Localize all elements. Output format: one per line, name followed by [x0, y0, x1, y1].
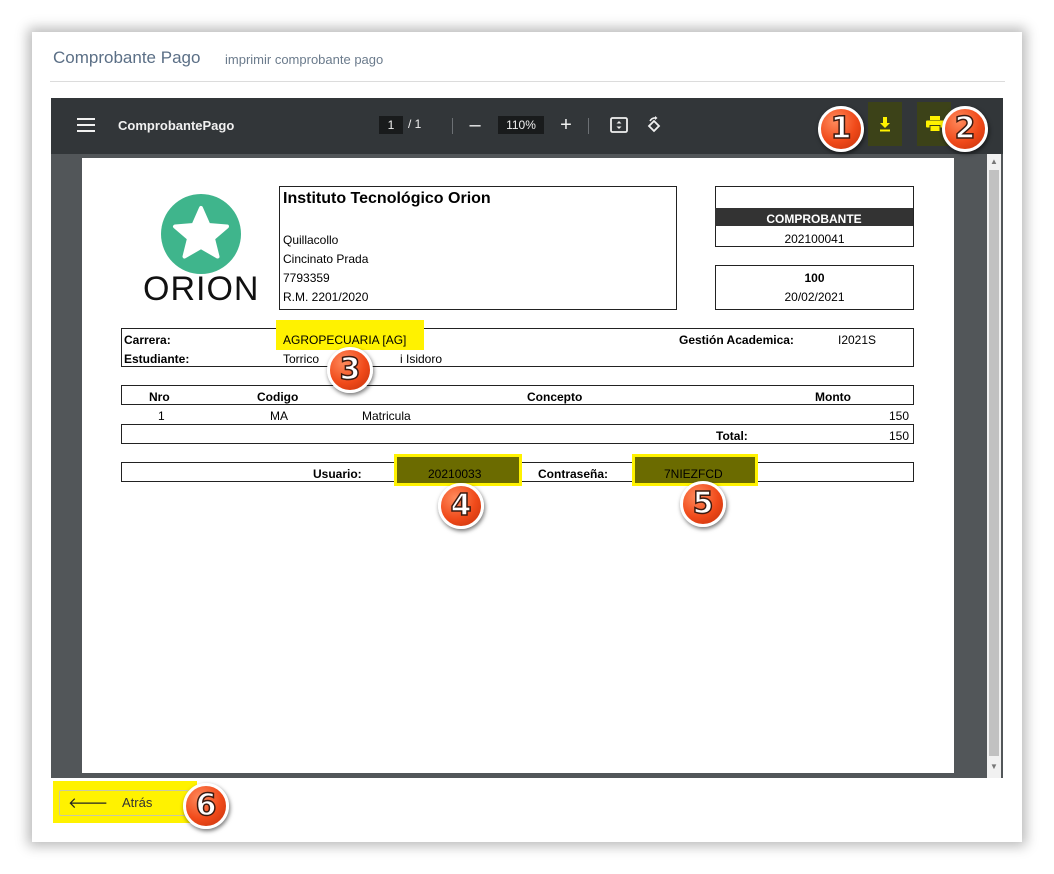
estudiante-label: Estudiante: — [124, 352, 190, 366]
page-subtitle: imprimir comprobante pago — [225, 52, 384, 67]
vertical-scrollbar[interactable]: ▲ ▼ — [987, 154, 1001, 778]
zoom-level-input[interactable]: 110% — [498, 116, 544, 134]
download-button[interactable] — [868, 102, 902, 146]
callout-badge-6: 6 — [183, 783, 229, 829]
table-total-row — [121, 424, 914, 444]
menu-icon[interactable] — [77, 118, 95, 132]
col-header-nro: Nro — [149, 390, 170, 404]
table-header-row — [121, 385, 914, 405]
orion-logo — [161, 194, 241, 274]
institute-city: Quillacollo — [283, 233, 339, 247]
password-label: Contraseña: — [538, 467, 609, 481]
back-button[interactable]: 🡐 Atrás — [59, 790, 189, 816]
callout-badge-2: 2 — [942, 106, 988, 152]
scroll-up-arrow[interactable]: ▲ — [990, 157, 998, 166]
callout-badge-5: 5 — [680, 481, 726, 527]
receipt-date: 20/02/2021 — [784, 290, 845, 304]
row-concepto: Matricula — [362, 409, 411, 423]
password-value: 7NIEZFCD — [664, 467, 723, 481]
back-button-label: Atrás — [122, 795, 153, 810]
row-codigo: MA — [270, 409, 288, 423]
header-divider — [50, 81, 1005, 82]
institute-street: Cincinato Prada — [283, 252, 369, 266]
usuario-value: 20210033 — [428, 467, 482, 481]
usuario-label: Usuario: — [313, 467, 362, 481]
toolbar-divider — [452, 118, 453, 134]
col-header-concepto: Concepto — [527, 390, 583, 404]
col-header-codigo: Codigo — [257, 390, 299, 404]
pdf-viewer: ComprobantePago 1 / 1 – 110% + ▲ ▼ ORION… — [51, 98, 1003, 778]
total-value: 150 — [889, 429, 910, 443]
page-total: / 1 — [408, 117, 422, 131]
row-nro: 1 — [158, 409, 165, 423]
total-label: Total: — [716, 429, 748, 443]
page-number-input[interactable]: 1 — [379, 116, 403, 134]
fit-page-button[interactable] — [607, 112, 631, 138]
star-icon — [173, 206, 229, 259]
zoom-out-button[interactable]: – — [463, 112, 487, 138]
pdf-page: ORION Instituto Tecnológico Orion Quilla… — [82, 158, 954, 773]
logo-wordmark: ORION — [143, 270, 260, 308]
carrera-label: Carrera: — [124, 333, 171, 347]
scroll-down-arrow[interactable]: ▼ — [990, 762, 998, 771]
receipt-amount: 100 — [804, 271, 825, 285]
rotate-icon — [647, 116, 661, 133]
callout-badge-1: 1 — [818, 106, 864, 152]
toolbar-divider — [588, 118, 589, 134]
carrera-value: AGROPECUARIA [AG] — [283, 333, 407, 347]
receipt-label: COMPROBANTE — [715, 208, 913, 226]
institute-phone: 7793359 — [283, 271, 330, 285]
gestion-label: Gestión Academica: — [679, 333, 794, 347]
institute-name: Instituto Tecnológico Orion — [283, 190, 491, 207]
gestion-value: I2021S — [838, 333, 877, 347]
arrow-left-icon: 🡐 — [68, 795, 109, 812]
receipt-number: 202100041 — [784, 232, 845, 246]
callout-badge-3: 3 — [327, 347, 373, 393]
estudiante-value-start: Torrico — [283, 352, 320, 366]
rotate-button[interactable] — [642, 112, 666, 138]
callout-badge-4: 4 — [438, 483, 484, 529]
zoom-in-button[interactable]: + — [554, 112, 578, 138]
col-header-monto: Monto — [815, 390, 851, 404]
document-name: ComprobantePago — [118, 118, 235, 133]
student-info-box — [121, 328, 914, 367]
download-icon — [880, 117, 890, 132]
scrollbar-thumb[interactable] — [989, 170, 999, 756]
institute-rm: R.M. 2201/2020 — [283, 290, 369, 304]
page-title: Comprobante Pago — [53, 48, 201, 67]
row-monto: 150 — [889, 409, 910, 423]
fit-page-icon — [610, 117, 628, 133]
estudiante-value-end: i Isidoro — [400, 352, 443, 366]
